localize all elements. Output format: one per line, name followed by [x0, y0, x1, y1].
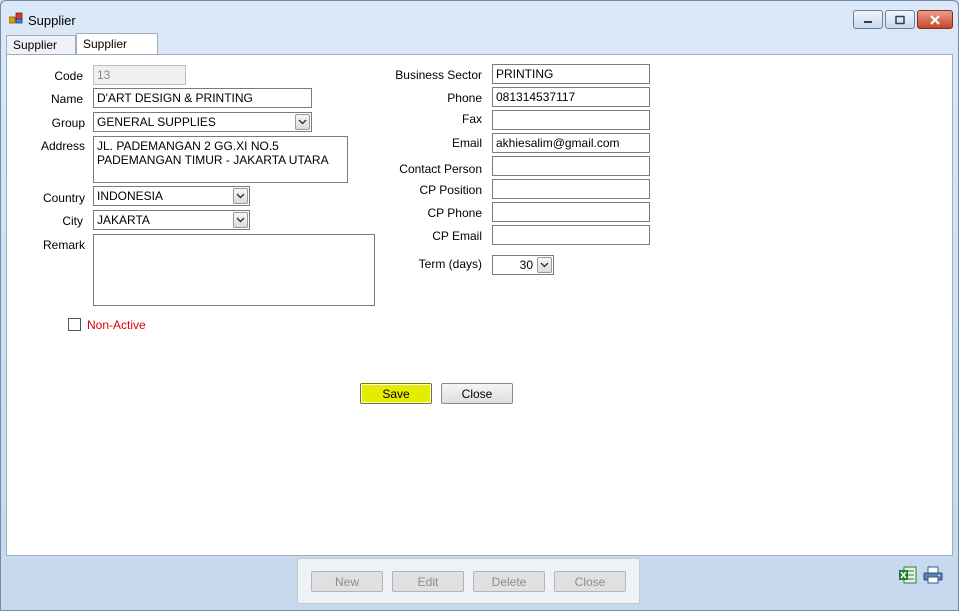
name-field[interactable]: D'ART DESIGN & PRINTING	[93, 88, 312, 108]
minimize-icon	[864, 20, 872, 23]
code-label: Code	[54, 69, 83, 83]
remark-field[interactable]	[93, 234, 375, 306]
non-active-label[interactable]: Non-Active	[87, 318, 146, 332]
cp-phone-field[interactable]	[492, 202, 650, 222]
address-label: Address	[40, 139, 85, 153]
record-toolbar: New Edit Delete Close	[297, 558, 640, 604]
contact-person-label: Contact Person	[399, 162, 482, 176]
country-selected-value: INDONESIA	[97, 189, 164, 203]
email-label: Email	[451, 136, 482, 150]
address-field[interactable]: JL. PADEMANGAN 2 GG.XI NO.5 PADEMANGAN T…	[93, 136, 348, 183]
cp-position-field[interactable]	[492, 179, 650, 199]
city-label: City	[62, 214, 83, 228]
country-dropdown-button[interactable]	[233, 188, 248, 204]
chevron-down-icon	[298, 119, 307, 125]
term-selected-value: 30	[519, 258, 533, 272]
phone-label: Phone	[447, 91, 482, 105]
group-select[interactable]: GENERAL SUPPLIES	[93, 112, 312, 132]
term-select[interactable]: 30	[492, 255, 554, 275]
fax-label: Fax	[461, 112, 482, 126]
restore-icon	[895, 15, 905, 24]
close-button[interactable]: Close	[441, 383, 513, 404]
cp-email-field[interactable]	[492, 225, 650, 245]
tab-supplier-list[interactable]: Supplier List	[6, 35, 76, 70]
chevron-down-icon	[540, 262, 549, 268]
window-title: Supplier	[28, 13, 76, 28]
country-label: Country	[42, 191, 85, 205]
city-selected-value: JAKARTA	[97, 213, 150, 227]
maximize-button[interactable]	[885, 10, 915, 29]
city-select[interactable]: JAKARTA	[93, 210, 250, 230]
printer-icon[interactable]	[922, 565, 944, 585]
group-dropdown-button[interactable]	[295, 114, 310, 130]
name-label: Name	[50, 92, 83, 106]
chevron-down-icon	[236, 217, 245, 223]
email-field[interactable]: akhiesalim@gmail.com	[492, 133, 650, 153]
term-label: Term (days)	[418, 257, 482, 271]
city-dropdown-button[interactable]	[233, 212, 248, 228]
contact-person-field[interactable]	[492, 156, 650, 176]
supplier-entry-panel: Code 13 Name D'ART DESIGN & PRINTING Gro…	[6, 54, 953, 556]
new-button[interactable]: New	[311, 571, 383, 592]
remark-label: Remark	[42, 238, 85, 252]
group-label: Group	[51, 116, 85, 130]
close-window-button[interactable]	[917, 10, 953, 29]
tab-strip: Supplier List Supplier Entry	[6, 33, 952, 71]
toolbar-close-button[interactable]: Close	[554, 571, 626, 592]
edit-button[interactable]: Edit	[392, 571, 464, 592]
business-sector-label: Business Sector	[395, 68, 482, 82]
title-bar: Supplier	[1, 1, 958, 33]
group-selected-value: GENERAL SUPPLIES	[97, 115, 216, 129]
cp-email-label: CP Email	[432, 229, 482, 243]
fax-field[interactable]	[492, 110, 650, 130]
excel-export-icon[interactable]	[898, 565, 918, 585]
minimize-button[interactable]	[853, 10, 883, 29]
close-icon	[930, 14, 940, 25]
tab-supplier-entry[interactable]: Supplier Entry	[76, 33, 158, 71]
app-icon	[9, 12, 23, 24]
non-active-checkbox[interactable]	[68, 318, 81, 331]
term-dropdown-button[interactable]	[537, 257, 552, 273]
code-field: 13	[93, 65, 186, 85]
phone-field[interactable]: 081314537117	[492, 87, 650, 107]
delete-button[interactable]: Delete	[473, 571, 545, 592]
supplier-window: Supplier Supplier List Supplier Entry Co…	[0, 0, 959, 611]
business-sector-field[interactable]: PRINTING	[492, 64, 650, 84]
save-button[interactable]: Save	[360, 383, 432, 404]
chevron-down-icon	[236, 193, 245, 199]
cp-position-label: CP Position	[419, 183, 482, 197]
cp-phone-label: CP Phone	[427, 206, 483, 220]
country-select[interactable]: INDONESIA	[93, 186, 250, 206]
